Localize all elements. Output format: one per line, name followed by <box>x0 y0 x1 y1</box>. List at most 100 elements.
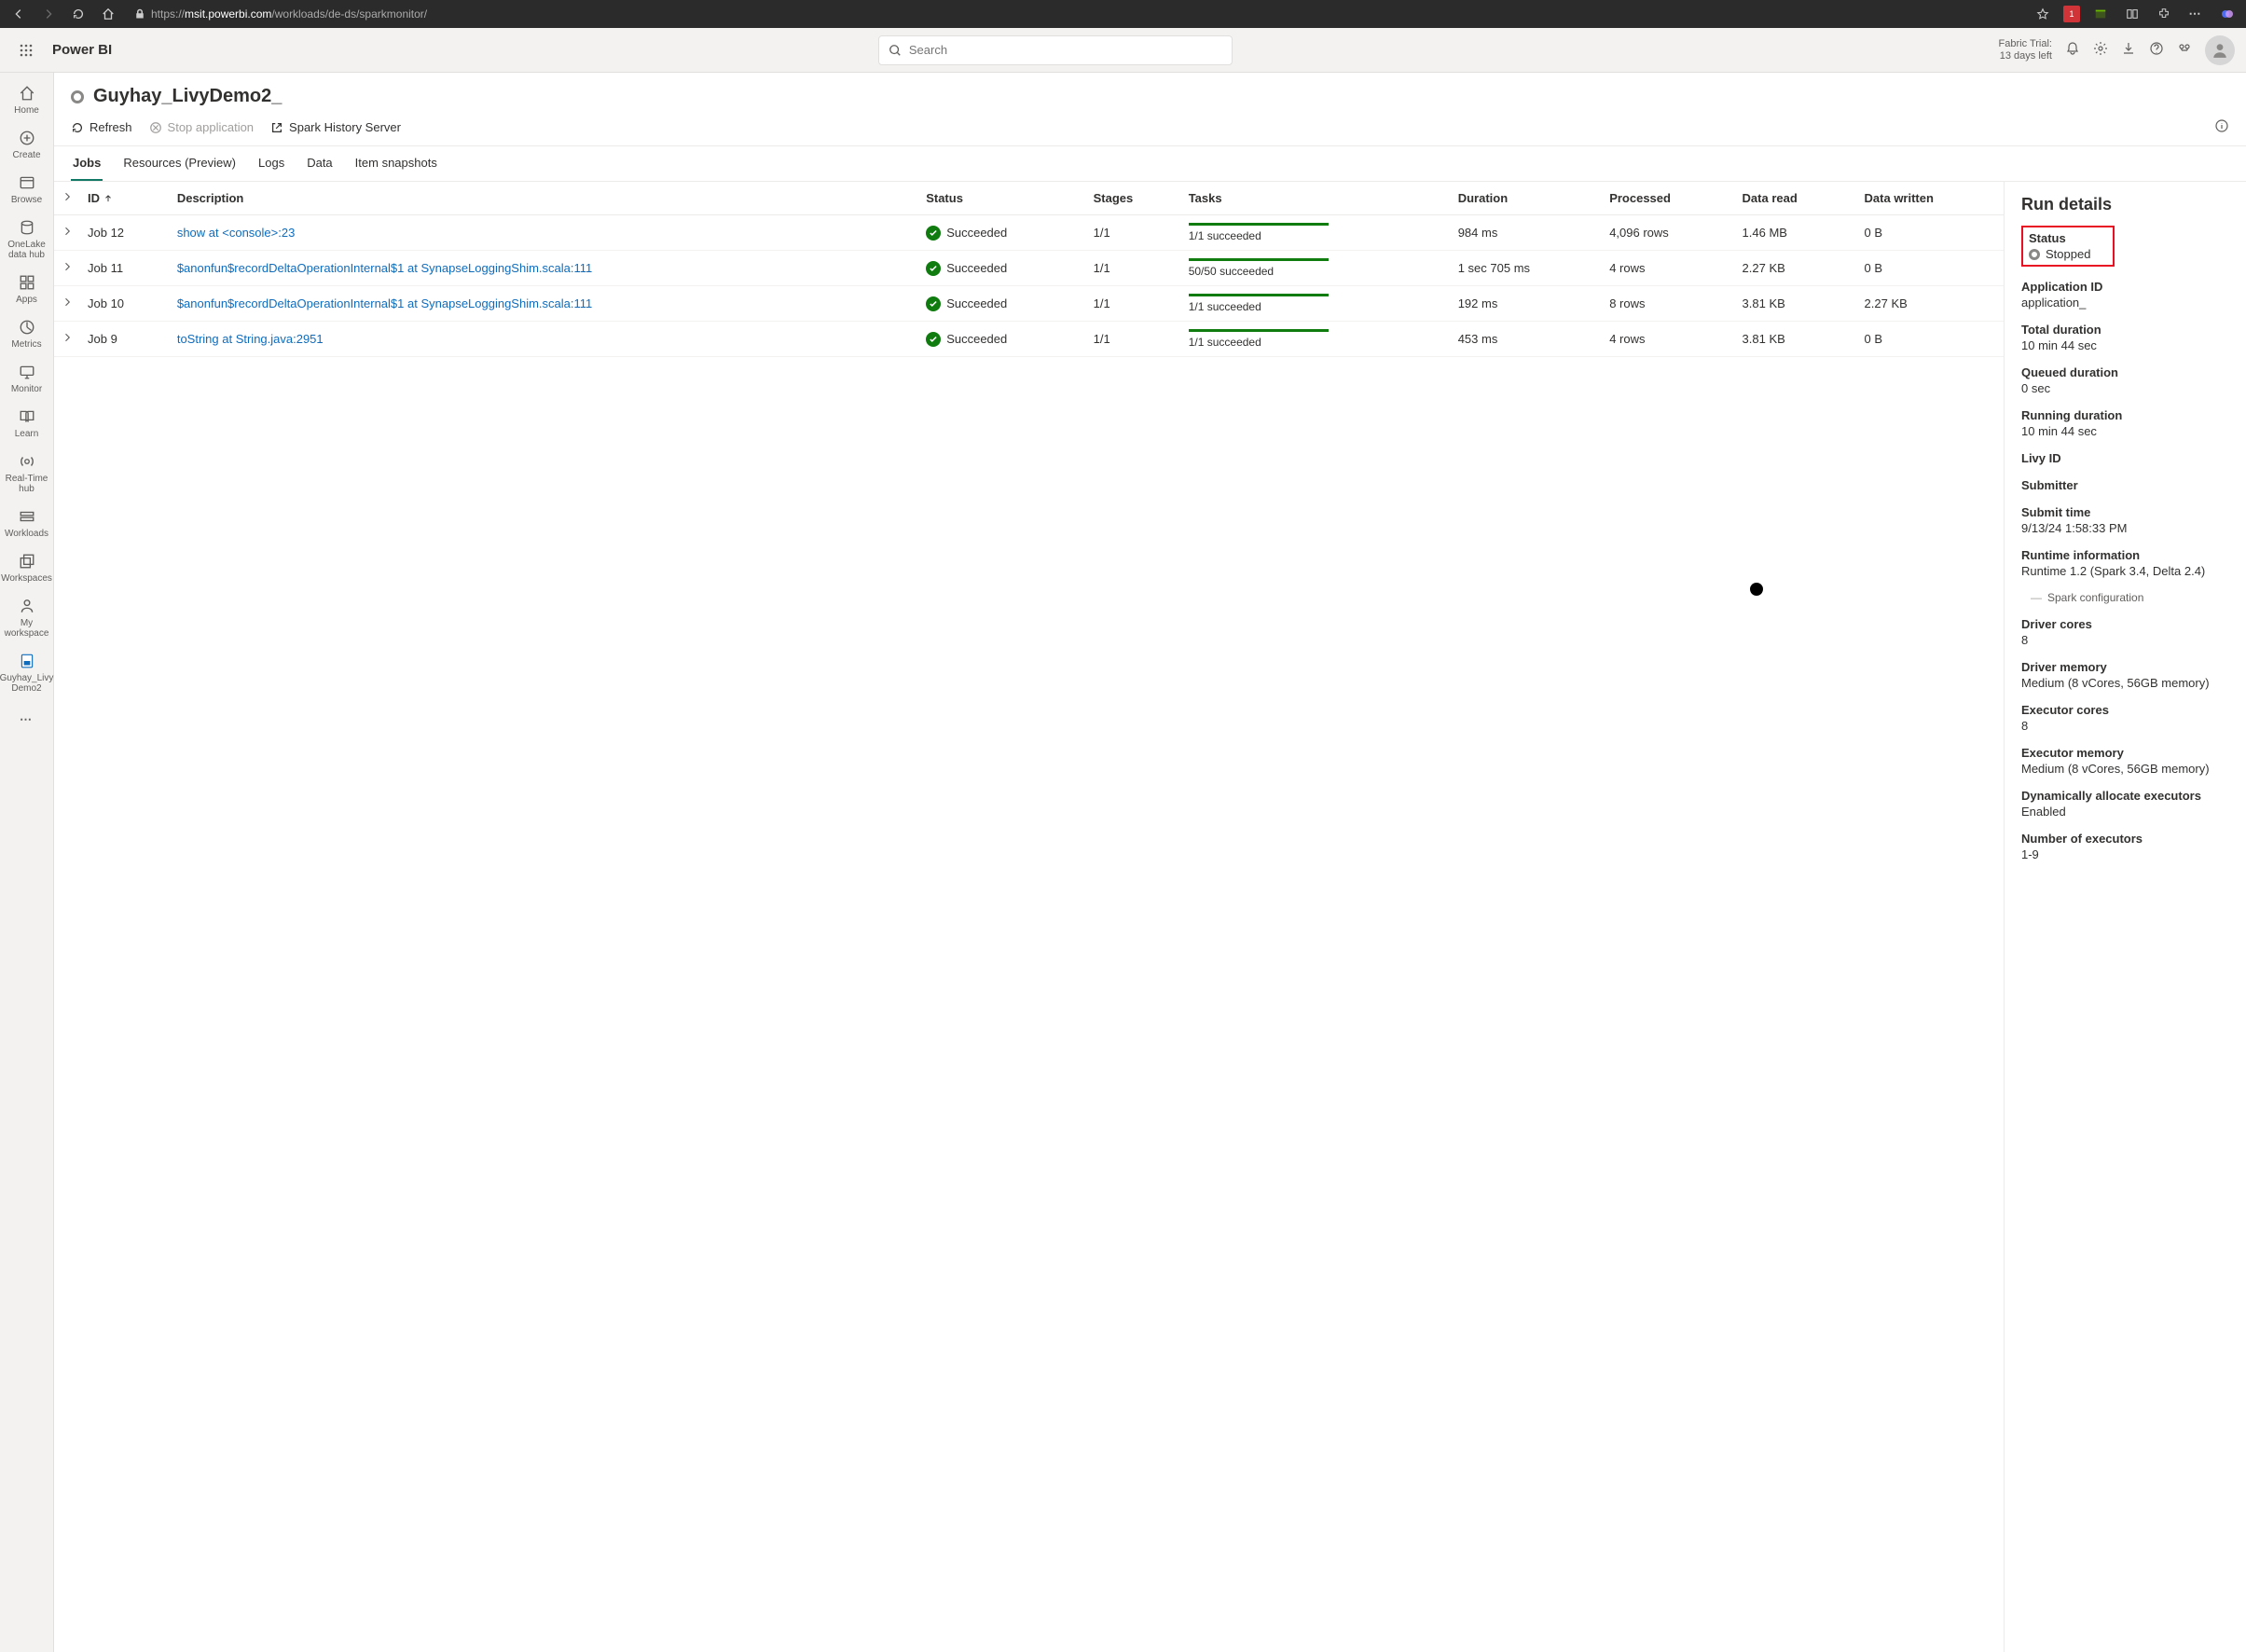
success-icon <box>926 226 941 241</box>
column-data-written[interactable]: Data written <box>1857 182 2004 215</box>
expand-row[interactable] <box>54 322 80 357</box>
cell-description[interactable]: $anonfun$recordDeltaOperationInternal$1 … <box>170 251 918 286</box>
run-details-pane: Run details Status Stopped Application I… <box>2004 182 2246 1652</box>
reload-button[interactable] <box>67 3 90 25</box>
cell-written: 2.27 KB <box>1857 286 2004 322</box>
spark-history-button[interactable]: Spark History Server <box>270 120 401 134</box>
tab-logs[interactable]: Logs <box>256 146 286 181</box>
column-description[interactable]: Description <box>170 182 918 215</box>
url-bar[interactable]: https://msit.powerbi.com/workloads/de-ds… <box>127 4 2024 24</box>
cell-id: Job 10 <box>80 286 170 322</box>
cell-written: 0 B <box>1857 215 2004 251</box>
column-data-read[interactable]: Data read <box>1735 182 1857 215</box>
expand-row[interactable] <box>54 215 80 251</box>
stopped-icon <box>2029 249 2040 260</box>
extensions-button[interactable] <box>2153 3 2175 25</box>
back-button[interactable] <box>7 3 30 25</box>
cell-stages: 1/1 <box>1086 286 1181 322</box>
details-heading: Run details <box>2021 195 2229 214</box>
refresh-button[interactable]: Refresh <box>71 120 132 134</box>
cell-status: Succeeded <box>918 215 1085 251</box>
rail-learn[interactable]: Learn <box>1 402 53 445</box>
column-tasks[interactable]: Tasks <box>1181 182 1451 215</box>
cell-processed: 8 rows <box>1602 286 1734 322</box>
forward-button[interactable] <box>37 3 60 25</box>
table-row: Job 9toString at String.java:2951Succeed… <box>54 322 2004 357</box>
table-row: Job 10$anonfun$recordDeltaOperationInter… <box>54 286 2004 322</box>
rail-metrics[interactable]: Metrics <box>1 312 53 355</box>
column-id[interactable]: ID <box>80 182 170 215</box>
favorite-button[interactable] <box>2032 3 2054 25</box>
tab-snapshots[interactable]: Item snapshots <box>353 146 439 181</box>
table-row: Job 11$anonfun$recordDeltaOperationInter… <box>54 251 2004 286</box>
cell-stages: 1/1 <box>1086 215 1181 251</box>
rail-realtime[interactable]: Real-Time hub <box>1 447 53 500</box>
help-button[interactable] <box>2149 41 2164 59</box>
cell-duration: 192 ms <box>1451 286 1602 322</box>
account-avatar[interactable] <box>2205 35 2235 65</box>
status-highlight-box: Status Stopped <box>2021 226 2115 267</box>
rail-home[interactable]: Home <box>1 78 53 121</box>
info-icon <box>2214 118 2229 133</box>
extension-icon-2[interactable] <box>2089 3 2112 25</box>
pointer-dot <box>1750 583 1763 596</box>
spark-config-link[interactable]: — Spark configuration <box>2031 591 2229 604</box>
expand-row[interactable] <box>54 286 80 322</box>
tab-jobs[interactable]: Jobs <box>71 146 103 181</box>
collections-button[interactable] <box>2121 3 2143 25</box>
rail-current-item[interactable]: Guyhay_Livy Demo2 <box>1 646 53 699</box>
column-duration[interactable]: Duration <box>1451 182 1602 215</box>
external-link-icon <box>270 121 283 134</box>
expand-row[interactable] <box>54 251 80 286</box>
download-button[interactable] <box>2121 41 2136 59</box>
app-launcher[interactable] <box>11 35 41 65</box>
more-button[interactable]: ⋯ <box>2184 3 2207 25</box>
success-icon <box>926 296 941 311</box>
refresh-icon <box>71 121 84 134</box>
cell-description[interactable]: show at <console>:23 <box>170 215 918 251</box>
status-indicator-icon <box>71 90 84 103</box>
toolbar: Refresh Stop application Spark History S… <box>54 115 2246 146</box>
cell-processed: 4 rows <box>1602 322 1734 357</box>
tab-data[interactable]: Data <box>305 146 334 181</box>
column-expand[interactable] <box>54 182 80 215</box>
cell-description[interactable]: $anonfun$recordDeltaOperationInternal$1 … <box>170 286 918 322</box>
search-input[interactable] <box>909 43 1222 57</box>
copilot-button[interactable] <box>2216 3 2239 25</box>
rail-monitor[interactable]: Monitor <box>1 357 53 400</box>
cell-description[interactable]: toString at String.java:2951 <box>170 322 918 357</box>
success-icon <box>926 332 941 347</box>
cell-duration: 1 sec 705 ms <box>1451 251 1602 286</box>
rail-create[interactable]: Create <box>1 123 53 166</box>
rail-browse[interactable]: Browse <box>1 168 53 211</box>
rail-workloads[interactable]: Workloads <box>1 502 53 544</box>
notifications-button[interactable] <box>2065 41 2080 59</box>
extension-icon-1[interactable]: 1 <box>2063 6 2080 22</box>
column-stages[interactable]: Stages <box>1086 182 1181 215</box>
cell-status: Succeeded <box>918 322 1085 357</box>
success-icon <box>926 261 941 276</box>
home-button[interactable] <box>97 3 119 25</box>
column-processed[interactable]: Processed <box>1602 182 1734 215</box>
tab-resources[interactable]: Resources (Preview) <box>121 146 238 181</box>
rail-my-workspace[interactable]: My workspace <box>1 591 53 644</box>
tabs: Jobs Resources (Preview) Logs Data Item … <box>54 146 2246 182</box>
search-box[interactable] <box>878 35 1233 65</box>
rail-onelake[interactable]: OneLake data hub <box>1 213 53 266</box>
cell-written: 0 B <box>1857 322 2004 357</box>
rail-apps[interactable]: Apps <box>1 268 53 310</box>
column-status[interactable]: Status <box>918 182 1085 215</box>
rail-workspaces[interactable]: Workspaces <box>1 546 53 589</box>
feedback-button[interactable] <box>2177 41 2192 59</box>
rail-more[interactable]: ⋯ <box>1 705 53 735</box>
cell-processed: 4,096 rows <box>1602 215 1734 251</box>
cell-status: Succeeded <box>918 251 1085 286</box>
info-button[interactable] <box>2214 118 2229 136</box>
settings-button[interactable] <box>2093 41 2108 59</box>
trial-info: Fabric Trial: 13 days left <box>1999 38 2052 62</box>
cell-tasks: 1/1 succeeded <box>1181 322 1451 357</box>
lock-icon <box>134 8 145 20</box>
cell-tasks: 1/1 succeeded <box>1181 215 1451 251</box>
cell-read: 1.46 MB <box>1735 215 1857 251</box>
app-title: Power BI <box>52 42 112 58</box>
